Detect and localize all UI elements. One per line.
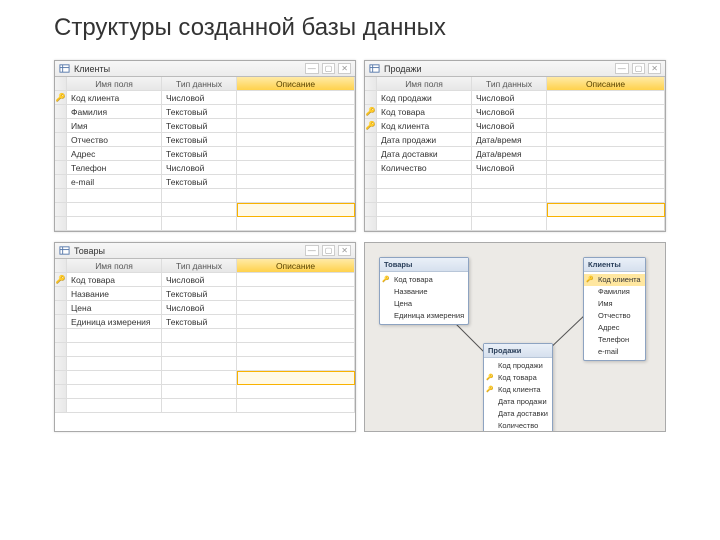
table-row[interactable] xyxy=(55,203,355,217)
window-controls[interactable]: —▢✕ xyxy=(615,63,661,74)
table-row[interactable] xyxy=(55,385,355,399)
table-row[interactable]: 🔑Код товараЧисловой xyxy=(365,105,665,119)
table-panel-goods: Товары —▢✕ Имя поля Тип данных Описание … xyxy=(54,242,356,432)
table-row[interactable]: ИмяТекстовый xyxy=(55,119,355,133)
rel-field: Цена xyxy=(380,298,468,310)
rel-box-sales[interactable]: Продажи Код продажи Код товара Код клиен… xyxy=(483,343,553,432)
table-row[interactable]: 🔑Код клиентаЧисловой xyxy=(365,119,665,133)
rel-field: Телефон xyxy=(584,334,645,346)
rel-box-title: Клиенты xyxy=(584,258,645,272)
rel-field: Дата продажи xyxy=(484,396,552,408)
table-row[interactable]: Дата доставкиДата/время xyxy=(365,147,665,161)
table-row[interactable] xyxy=(55,371,355,385)
page-title: Структуры созданной базы данных xyxy=(0,0,720,60)
rel-field: Код товара xyxy=(484,372,552,384)
table-row[interactable]: ЦенаЧисловой xyxy=(55,301,355,315)
table-row[interactable] xyxy=(365,175,665,189)
panel-tab[interactable]: Продажи —▢✕ xyxy=(365,61,665,77)
table-row[interactable] xyxy=(55,189,355,203)
column-headers: Имя поля Тип данных Описание xyxy=(55,77,355,91)
column-headers: Имя поля Тип данных Описание xyxy=(55,259,355,273)
key-icon: 🔑 xyxy=(366,107,376,117)
rel-field: Название xyxy=(380,286,468,298)
table-row[interactable]: 🔑Код товараЧисловой xyxy=(55,273,355,287)
rel-field: Код клиента xyxy=(484,384,552,396)
table-icon xyxy=(59,63,70,74)
rel-field: Отчество xyxy=(584,310,645,322)
table-row[interactable]: Единица измеренияТекстовый xyxy=(55,315,355,329)
window-controls[interactable]: —▢✕ xyxy=(305,245,351,256)
table-row[interactable]: ФамилияТекстовый xyxy=(55,105,355,119)
table-row[interactable] xyxy=(55,329,355,343)
key-icon: 🔑 xyxy=(56,275,66,285)
panel-tab-label: Клиенты xyxy=(74,64,110,74)
rel-box-clients[interactable]: Клиенты Код клиента Фамилия Имя Отчество… xyxy=(583,257,646,361)
table-row[interactable] xyxy=(55,399,355,413)
rel-field: Имя xyxy=(584,298,645,310)
panel-tab[interactable]: Товары —▢✕ xyxy=(55,243,355,259)
key-icon: 🔑 xyxy=(366,121,376,131)
panel-tab-label: Продажи xyxy=(384,64,422,74)
rel-field: Код товара xyxy=(380,274,468,286)
rel-box-goods[interactable]: Товары Код товара Название Цена Единица … xyxy=(379,257,469,325)
table-row[interactable] xyxy=(55,217,355,231)
rel-field: Единица измерения xyxy=(380,310,468,322)
table-icon xyxy=(59,245,70,256)
key-icon: 🔑 xyxy=(56,93,66,103)
rel-field: Код продажи xyxy=(484,360,552,372)
table-row[interactable] xyxy=(365,203,665,217)
table-row[interactable] xyxy=(365,217,665,231)
relationships-panel: Товары Код товара Название Цена Единица … xyxy=(364,242,666,432)
table-row[interactable]: КоличествоЧисловой xyxy=(365,161,665,175)
table-row[interactable]: АдресТекстовый xyxy=(55,147,355,161)
table-icon xyxy=(369,63,380,74)
panels-grid: Клиенты —▢✕ Имя поля Тип данных Описание… xyxy=(0,60,720,432)
rel-box-title: Товары xyxy=(380,258,468,272)
panel-tab-label: Товары xyxy=(74,246,105,256)
table-panel-sales: Продажи —▢✕ Имя поля Тип данных Описание… xyxy=(364,60,666,232)
table-row[interactable]: Дата продажиДата/время xyxy=(365,133,665,147)
table-row[interactable]: 🔑Код клиентаЧисловой xyxy=(55,91,355,105)
window-controls[interactable]: —▢✕ xyxy=(305,63,351,74)
table-row[interactable] xyxy=(55,357,355,371)
rel-field: Адрес xyxy=(584,322,645,334)
table-row[interactable]: НазваниеТекстовый xyxy=(55,287,355,301)
table-panel-clients: Клиенты —▢✕ Имя поля Тип данных Описание… xyxy=(54,60,356,232)
rel-field: e-mail xyxy=(584,346,645,358)
rel-field: Фамилия xyxy=(584,286,645,298)
panel-tab[interactable]: Клиенты —▢✕ xyxy=(55,61,355,77)
table-row[interactable] xyxy=(365,189,665,203)
table-row[interactable] xyxy=(55,343,355,357)
rel-field: Код клиента xyxy=(584,274,645,286)
rel-box-title: Продажи xyxy=(484,344,552,358)
column-headers: Имя поля Тип данных Описание xyxy=(365,77,665,91)
rel-field: Количество xyxy=(484,420,552,432)
table-row[interactable]: ТелефонЧисловой xyxy=(55,161,355,175)
table-row[interactable]: Код продажиЧисловой xyxy=(365,91,665,105)
rel-field: Дата доставки xyxy=(484,408,552,420)
table-row[interactable]: ОтчествоТекстовый xyxy=(55,133,355,147)
table-row[interactable]: e-mailТекстовый xyxy=(55,175,355,189)
